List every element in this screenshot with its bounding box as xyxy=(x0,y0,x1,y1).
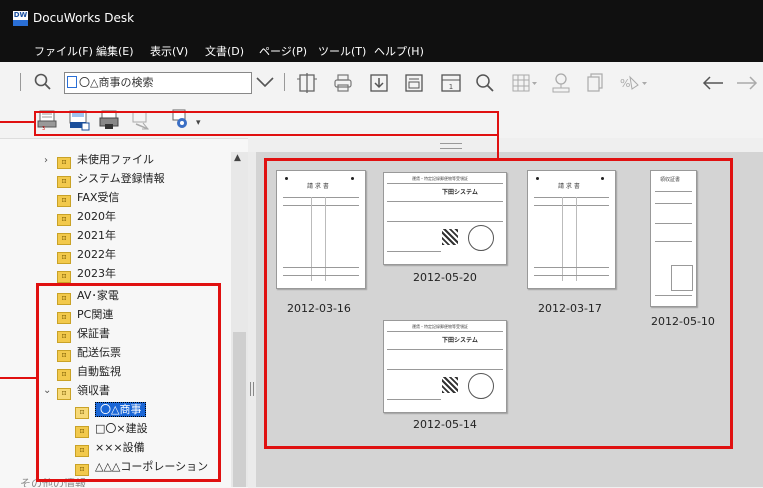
title-bar: DW DocuWorks Desk xyxy=(0,0,763,38)
folder-icon: ⊡ xyxy=(57,252,71,264)
forward-arrow-icon[interactable] xyxy=(736,76,758,90)
tree-scrollbar-thumb[interactable] xyxy=(233,332,246,487)
menu-file[interactable]: ファイル(F) xyxy=(34,43,93,59)
menu-tools[interactable]: ツール(T) xyxy=(318,43,366,59)
tree-item-2021[interactable]: ⊡ 2021年 xyxy=(57,227,116,245)
tree-item-label: 未使用ファイル xyxy=(77,153,154,166)
callout-line-toolbar xyxy=(0,121,35,123)
tree-item-2022[interactable]: ⊡ 2022年 xyxy=(57,246,116,264)
callout-connector xyxy=(497,121,499,159)
search-icon[interactable] xyxy=(34,73,52,91)
menu-view[interactable]: 表示(V) xyxy=(150,43,188,59)
tree-item-label: 2023年 xyxy=(77,267,116,280)
folder-icon: ⊡ xyxy=(57,233,71,245)
tree-item-2020[interactable]: ⊡ 2020年 xyxy=(57,208,116,226)
download-icon[interactable] xyxy=(369,73,389,93)
panel-splitter[interactable] xyxy=(248,152,256,487)
toolbar-separator xyxy=(20,73,21,91)
svg-text:%: % xyxy=(620,77,630,90)
menu-bar: ファイル(F) 編集(E) 表示(V) 文書(D) ページ(P) ツール(T) … xyxy=(0,38,763,62)
print-icon[interactable] xyxy=(333,73,353,93)
window-title: DocuWorks Desk xyxy=(33,11,135,25)
search-scope-icon xyxy=(67,76,77,88)
splitter-grip[interactable] xyxy=(440,143,462,149)
percent-zoom-icon[interactable]: % xyxy=(618,73,650,93)
tree-item-2023[interactable]: ⊡ 2023年 xyxy=(57,265,116,283)
highlight-folder-tree-box xyxy=(36,283,221,482)
folder-icon: ⊡ xyxy=(57,271,71,283)
tree-item-label: FAX受信 xyxy=(77,191,120,204)
highlight-toolbar-box xyxy=(34,111,499,136)
stamp-icon[interactable]: 1 xyxy=(440,73,462,93)
menu-edit[interactable]: 編集(E) xyxy=(96,43,134,59)
tree-item-label: 2021年 xyxy=(77,229,116,242)
main-toolbar: 1 % xyxy=(0,62,763,102)
highlight-document-area-box xyxy=(264,158,733,449)
menu-document[interactable]: 文書(D) xyxy=(205,43,244,59)
chevron-down-icon[interactable] xyxy=(256,76,274,88)
folder-icon: ⊡ xyxy=(57,214,71,226)
tree-item-label: システム登録情報 xyxy=(77,172,165,185)
tree-item-system-info[interactable]: ⊡ システム登録情報 xyxy=(57,170,165,188)
folder-icon: ⊡ xyxy=(57,176,71,188)
folder-icon: ⊡ xyxy=(57,195,71,207)
tree-item-label: 2020年 xyxy=(77,210,116,223)
tree-item-unused-files[interactable]: ⊡ 未使用ファイル xyxy=(57,151,154,169)
expand-chevron-icon[interactable]: › xyxy=(44,155,48,166)
search-input[interactable] xyxy=(65,73,249,91)
folder-icon: ⊡ xyxy=(57,157,71,169)
scroll-up-arrow-icon[interactable]: ▲ xyxy=(234,153,241,163)
app-logo-text: DW xyxy=(13,11,28,19)
copy-document-icon[interactable] xyxy=(585,72,605,94)
page-split-icon[interactable] xyxy=(296,73,318,93)
back-arrow-icon[interactable] xyxy=(702,76,724,90)
svg-text:1: 1 xyxy=(449,83,453,91)
menu-page[interactable]: ページ(P) xyxy=(259,43,307,59)
app-logo-icon: DW xyxy=(13,11,28,26)
toolbar-separator xyxy=(284,73,285,91)
tree-item-label: 2022年 xyxy=(77,248,116,261)
zoom-icon[interactable] xyxy=(475,73,495,93)
user-stamp-icon[interactable] xyxy=(550,72,572,94)
search-field[interactable] xyxy=(64,72,252,94)
annotation-icon[interactable] xyxy=(404,73,424,93)
callout-line-tree xyxy=(0,377,37,379)
menu-help[interactable]: ヘルプ(H) xyxy=(374,43,424,59)
grid-view-icon[interactable] xyxy=(512,73,538,93)
tree-item-fax[interactable]: ⊡ FAX受信 xyxy=(57,189,119,207)
